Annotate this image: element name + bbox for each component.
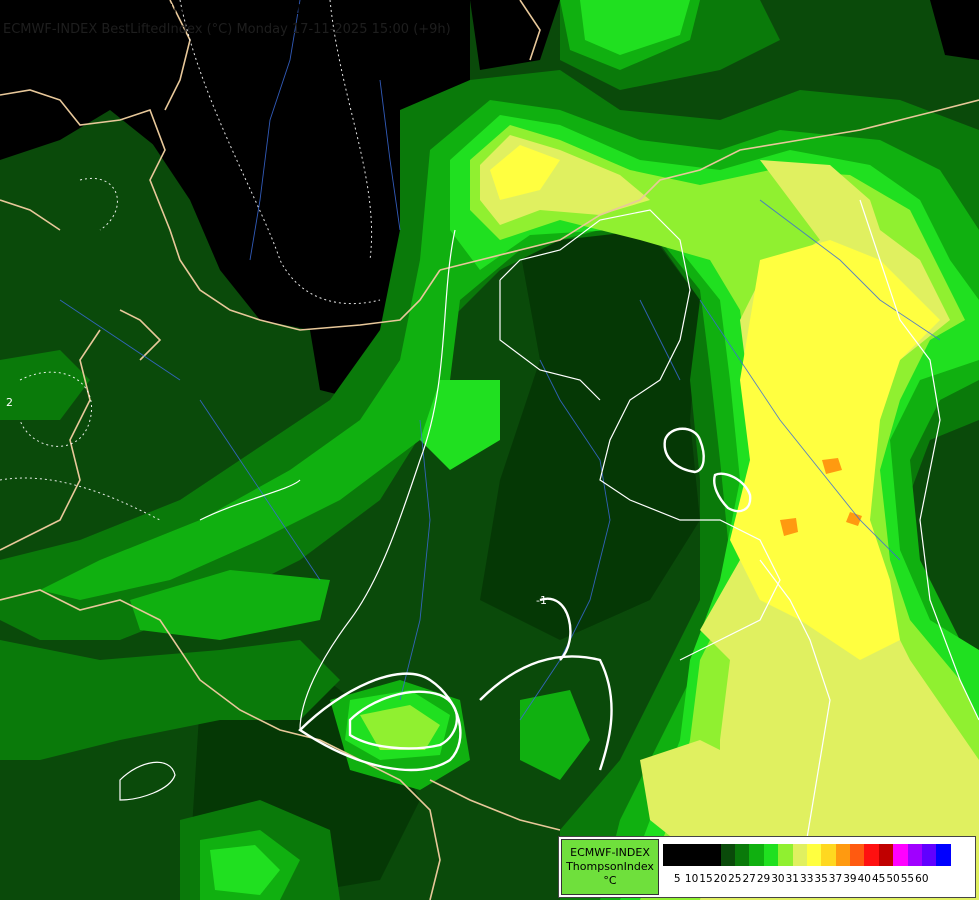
legend-swatch <box>663 844 678 866</box>
legend-tick-label: 33 <box>800 873 814 885</box>
legend-tick-label: 5 <box>673 873 681 885</box>
legend-tick-label: 45 <box>871 873 886 885</box>
legend-swatches <box>663 844 951 866</box>
legend-tick-label: 55 <box>900 873 915 885</box>
legend-swatch <box>806 844 822 866</box>
legend-tick-label: 60 <box>915 873 929 885</box>
legend-ticks: 5 10 15 20 25 27 29 30 31 33 35 37 39 40 45 50 55 60 <box>663 873 929 885</box>
legend-tick-label: 31 <box>785 873 799 885</box>
legend-swatch <box>734 844 750 866</box>
legend-tick-label: 35 <box>814 873 828 885</box>
legend-unit-label: °C <box>603 874 617 887</box>
legend-tick-label: 30 <box>771 873 785 885</box>
legend-swatch <box>778 844 793 866</box>
legend-tick-label: 37 <box>828 873 843 885</box>
legend-tick-label: 20 <box>713 873 728 885</box>
legend-tick-label: 40 <box>857 873 871 885</box>
legend-swatch <box>936 844 951 866</box>
legend-tick-label: 10 <box>684 873 699 885</box>
contour-label: 2 <box>6 396 13 409</box>
legend-tick-label: 50 <box>886 873 900 885</box>
legend-tick-label: 27 <box>742 873 756 885</box>
legend-swatch <box>893 844 908 866</box>
color-legend: ECMWF-INDEX ThompsonIndex °C 5 10 15 20 25 27… <box>558 836 976 898</box>
contour-label: -1 <box>536 594 547 607</box>
legend-tick-label: 15 <box>699 873 713 885</box>
legend-swatch <box>691 844 707 866</box>
legend-swatch <box>720 844 735 866</box>
legend-swatch <box>922 844 937 866</box>
legend-parameter-label: ThompsonIndex <box>566 860 654 873</box>
legend-swatch <box>850 844 865 866</box>
legend-swatch <box>835 844 851 866</box>
legend-swatch <box>706 844 721 866</box>
legend-swatch <box>792 844 807 866</box>
map-title-thompson-index: ECMWF-INDEX ThompsonIndex (°C) Monday 17… <box>3 3 454 18</box>
legend-swatch <box>878 844 894 866</box>
legend-label-box: ECMWF-INDEX ThompsonIndex °C <box>561 839 659 895</box>
legend-model-label: ECMWF-INDEX <box>570 846 650 859</box>
legend-swatch <box>677 844 692 866</box>
legend-swatch <box>864 844 879 866</box>
legend-tick-label: 39 <box>843 873 857 885</box>
legend-swatch <box>749 844 764 866</box>
legend-tick-label: 29 <box>756 873 771 885</box>
weather-map[interactable]: 2 -1 <box>0 0 979 900</box>
legend-tick-label: 25 <box>728 873 742 885</box>
legend-swatch <box>821 844 836 866</box>
legend-swatch <box>907 844 923 866</box>
map-title-best-lifted-index: ECMWF-INDEX BestLiftedIndex (°C) Monday … <box>3 22 451 37</box>
legend-swatch <box>763 844 779 866</box>
